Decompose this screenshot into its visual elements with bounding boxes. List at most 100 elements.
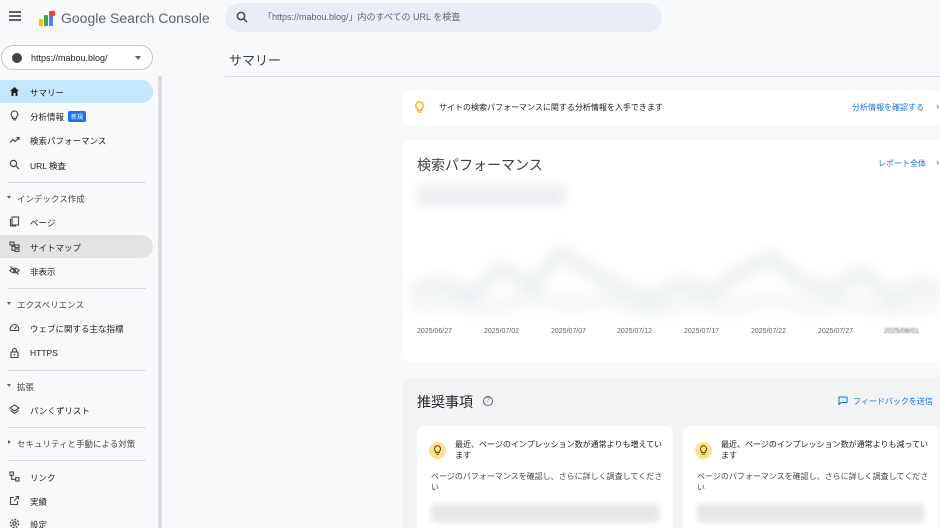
lightbulb-icon: [434, 445, 441, 455]
section-indexing[interactable]: インデックス作成: [0, 188, 153, 208]
property-label: https://mabou.blog/: [31, 53, 108, 63]
sidebar-divider: [8, 427, 146, 428]
sitemap-icon: [9, 241, 20, 252]
sidebar-divider: [8, 370, 146, 371]
blurred-performance-chart: [411, 212, 940, 324]
x-tick-label: 2025/08/01: [884, 328, 920, 335]
blurred-url: [697, 504, 925, 522]
blurred-total-clicks: [417, 184, 565, 206]
sidebar-item-search-performance[interactable]: 検索パフォーマンス: [0, 128, 153, 151]
recommendation-item[interactable]: 最近、ページのインプレッション数が通常よりも減っています ページのパフォーマンス…: [683, 426, 939, 528]
lightbulb-icon: [10, 110, 19, 121]
section-experience[interactable]: エクスペリエンス: [0, 294, 153, 314]
settings-icon: [9, 518, 20, 528]
section-security[interactable]: セキュリティと手動による対策: [0, 433, 153, 453]
section-label: インデックス作成: [17, 194, 85, 204]
sidebar-item-label: 実績: [30, 497, 48, 507]
links-icon: [9, 471, 20, 482]
sidebar-item-label-text: 分析情報: [30, 112, 65, 122]
page-title: サマリー: [229, 53, 282, 68]
sidebar-item-pages[interactable]: ページ: [0, 210, 153, 233]
sidebar-item-links[interactable]: リンク: [0, 465, 153, 488]
menu-icon[interactable]: [9, 11, 21, 21]
collapse-arrow-icon: [7, 196, 11, 199]
x-tick-label: 2025/07/27: [818, 328, 854, 335]
blurred-url: [431, 504, 659, 522]
recommendations-card: 推奨事項 ? フィードバックを送信 最近、ページのインプレッション数が通常よりも…: [403, 378, 940, 528]
x-tick-label: 2025/06/27: [417, 328, 453, 335]
lock-icon: [10, 347, 19, 358]
sidebar-item-label: ページ: [30, 218, 56, 228]
chart-svg: [411, 248, 940, 316]
speed-icon: [9, 324, 20, 332]
new-badge: 新規: [68, 111, 87, 122]
sidebar-divider: [8, 182, 146, 183]
sidebar-item-label: パンくずリスト: [30, 406, 90, 416]
x-tick-label: 2025/07/02: [484, 328, 520, 335]
trending-up-icon: [9, 136, 20, 143]
section-label: 拡張: [17, 382, 35, 392]
sidebar-item-removals[interactable]: 非表示: [0, 259, 153, 282]
collapse-arrow-icon: [7, 302, 11, 305]
chevron-right-icon[interactable]: ›: [936, 101, 939, 111]
sidebar-item-settings[interactable]: 設定: [0, 512, 153, 528]
recommendation-description: ページのパフォーマンスを確認し、さらに詳しく調査してください: [697, 472, 929, 492]
lightbulb-icon: [700, 445, 707, 455]
insights-text: サイトの検索パフォーマンスに関する分析情報を入手できます: [439, 103, 663, 112]
url-inspect-search[interactable]: [225, 3, 662, 32]
collapse-arrow-icon: [7, 384, 11, 387]
sidebar-item-label: URL 検査: [30, 161, 67, 171]
chevron-right-icon[interactable]: ›: [936, 157, 939, 167]
sidebar-item-https[interactable]: HTTPS: [0, 341, 153, 364]
x-axis-ticks: 2025/06/27 2025/07/02 2025/07/07 2025/07…: [417, 328, 940, 340]
sidebar-item-insights[interactable]: 分析情報 新規: [0, 104, 153, 127]
sidebar-item-url-inspection[interactable]: URL 検査: [0, 153, 153, 176]
x-tick-label: 2025/07/07: [551, 328, 587, 335]
view-insights-link[interactable]: 分析情報を確認する: [852, 102, 924, 113]
sidebar-item-label: 設定: [30, 520, 48, 528]
sidebar-divider: [8, 288, 146, 289]
sidebar-item-label: サイトマップ: [30, 243, 82, 253]
send-feedback-link[interactable]: フィードバックを送信: [853, 396, 933, 407]
sidebar-item-core-web-vitals[interactable]: ウェブに関する主な指標: [0, 316, 153, 339]
search-console-logo[interactable]: [38, 9, 56, 27]
header-divider: [225, 76, 940, 77]
sidebar-item-label: ウェブに関する主な指標: [30, 324, 124, 334]
insights-banner: サイトの検索パフォーマンスに関する分析情報を入手できます 分析情報を確認する ›: [403, 91, 940, 125]
top-app-bar: Google Search Console: [0, 0, 940, 36]
feedback-icon[interactable]: [838, 396, 848, 405]
sidebar-item-summary[interactable]: サマリー: [0, 80, 153, 103]
section-label: セキュリティと手動による対策: [17, 439, 136, 449]
recommendation-item[interactable]: 最近、ページのインプレッション数が通常よりも増えています ページのパフォーマンス…: [417, 426, 673, 528]
recommendation-description: ページのパフォーマンスを確認し、さらに詳しく調査してください: [431, 472, 663, 492]
section-label: エクスペリエンス: [17, 300, 84, 310]
sidebar-item-label: サマリー: [30, 88, 65, 98]
sidebar-item-label: 検索パフォーマンス: [30, 136, 107, 146]
section-enhancements[interactable]: 拡張: [0, 376, 153, 396]
performance-card: 検索パフォーマンス レポート全体 › 2025/06/27 2025/07/02…: [403, 140, 940, 362]
property-selector[interactable]: https://mabou.blog/: [1, 45, 153, 70]
url-inspect-input[interactable]: [263, 9, 643, 25]
sidebar-item-label: 非表示: [30, 267, 56, 277]
lightbulb-badge: [429, 442, 446, 459]
help-icon[interactable]: ?: [483, 396, 493, 406]
recommendations-title: 推奨事項: [417, 394, 473, 410]
chevron-down-icon: [135, 56, 141, 60]
app-title[interactable]: Google Search Console: [61, 10, 210, 26]
expand-arrow-icon: [8, 440, 11, 444]
full-report-link[interactable]: レポート全体: [878, 158, 926, 169]
layers-icon: [9, 404, 20, 414]
sidebar-item-label: HTTPS: [30, 348, 58, 358]
sidebar-divider: [8, 460, 146, 461]
sidebar-item-label: 分析情報 新規: [30, 111, 87, 123]
lightbulb-badge: [695, 442, 712, 459]
sidebar-item-achievements[interactable]: 実績: [0, 489, 153, 512]
sidebar-item-sitemaps[interactable]: サイトマップ: [0, 235, 153, 258]
performance-title: 検索パフォーマンス: [417, 157, 543, 173]
sidebar-item-breadcrumbs[interactable]: パンくずリスト: [0, 398, 153, 421]
search-icon: [9, 159, 20, 170]
x-tick-label: 2025/07/12: [617, 328, 653, 335]
sidebar-item-label: リンク: [30, 473, 56, 483]
open-external-icon: [9, 495, 20, 506]
sidebar-scrollbar[interactable]: [158, 76, 162, 528]
